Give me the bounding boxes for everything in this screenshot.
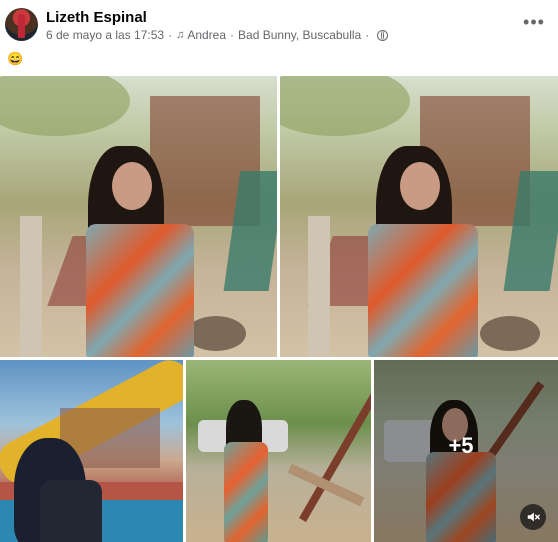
- more-options-button[interactable]: •••: [522, 10, 546, 34]
- meta-separator: ·: [230, 28, 235, 42]
- post-header: Lizeth Espinal 6 de mayo a las 17:53 · ♫…: [0, 0, 558, 75]
- more-options-icon: •••: [523, 12, 545, 32]
- gallery-photo-2[interactable]: [280, 76, 558, 357]
- avatar[interactable]: [5, 8, 38, 41]
- gallery-photo-4[interactable]: [186, 360, 371, 542]
- song-artist[interactable]: Bad Bunny, Buscabulla: [238, 28, 361, 42]
- gallery-photo-1[interactable]: [0, 76, 277, 357]
- meta-separator: ·: [168, 28, 173, 42]
- music-note-icon: ♫: [176, 29, 185, 41]
- globe-icon[interactable]: [377, 29, 389, 41]
- gallery-photo-5[interactable]: +5: [374, 360, 558, 542]
- post-text: 😄: [7, 51, 24, 66]
- mute-button[interactable]: [520, 504, 546, 530]
- speaker-muted-icon: [527, 512, 540, 522]
- more-photos-count: +5: [448, 433, 474, 458]
- author-name[interactable]: Lizeth Espinal: [46, 9, 147, 26]
- gallery-photo-3[interactable]: [0, 360, 183, 542]
- song-title[interactable]: Andrea: [187, 28, 226, 42]
- post-meta: 6 de mayo a las 17:53 · ♫ Andrea · Bad B…: [46, 28, 389, 42]
- post-date[interactable]: 6 de mayo a las 17:53: [46, 28, 164, 42]
- meta-separator: ·: [365, 28, 370, 42]
